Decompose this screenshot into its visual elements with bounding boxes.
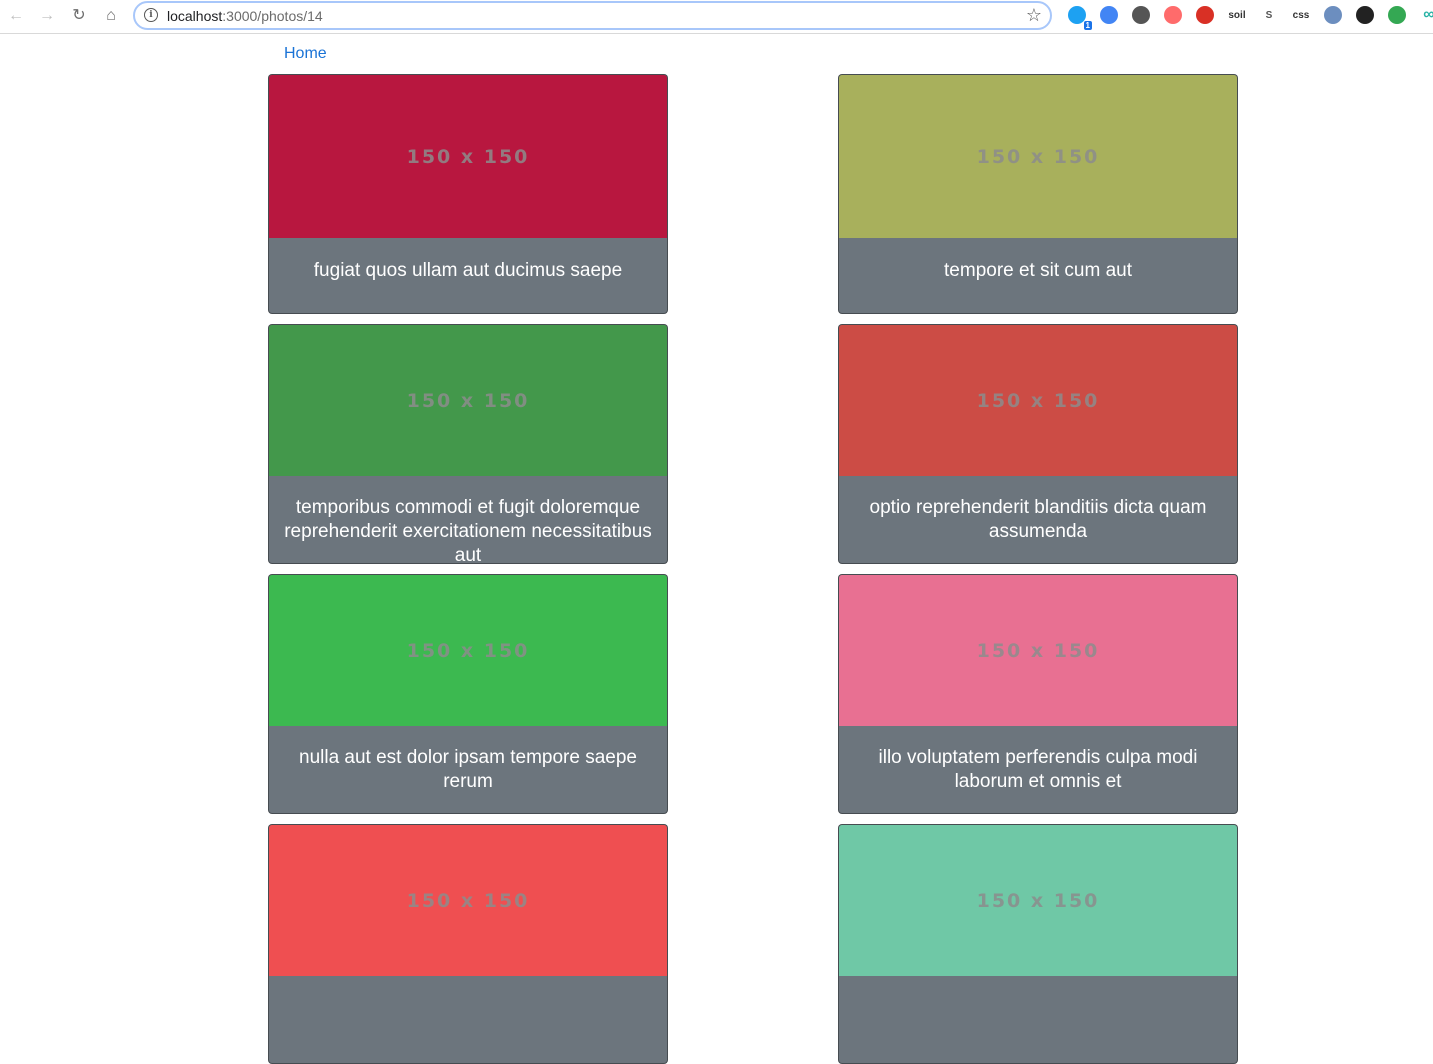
home-icon[interactable]: ⌂ — [99, 4, 123, 28]
photo-thumbnail: 150 x 150 — [839, 75, 1237, 238]
thumbnail-size-text: 150 x 150 — [406, 145, 530, 168]
site-info-icon[interactable]: i — [144, 8, 158, 22]
photo-card[interactable]: 150 x 150 temporibus commodi et fugit dol… — [268, 324, 668, 564]
twitter-bird-icon[interactable]: 1 — [1068, 6, 1092, 30]
photo-title: optio reprehenderit blanditiis dicta qua… — [869, 497, 1207, 542]
shield-check-icon[interactable] — [1388, 6, 1406, 24]
thumbnail-size-text: 150 x 150 — [976, 389, 1100, 412]
thumbnail-size-text: 150 x 150 — [976, 889, 1100, 912]
thumbnail-size-text: 150 x 150 — [976, 639, 1100, 662]
photo-card[interactable]: 150 x 150 optio reprehenderit blanditiis … — [838, 324, 1238, 564]
photo-thumbnail: 150 x 150 — [269, 325, 667, 476]
thumbnail-size-text: 150 x 150 — [976, 145, 1100, 168]
bookmark-star-icon[interactable]: ☆ — [1026, 5, 1042, 26]
soil-icon[interactable]: soil — [1228, 6, 1246, 24]
thumbnail-size-text: 150 x 150 — [406, 889, 530, 912]
circle-slash-icon[interactable] — [1324, 6, 1342, 24]
photo-card[interactable]: 150 x 150 illo voluptatem perferendis cul… — [838, 574, 1238, 814]
photo-card[interactable]: 150 x 150 nulla aut est dolor ipsam tempo… — [268, 574, 668, 814]
photo-thumbnail: 150 x 150 — [839, 325, 1237, 476]
back-arrow-icon[interactable]: ← — [4, 4, 28, 28]
chat-bubble-icon[interactable] — [1132, 6, 1150, 24]
forward-arrow-icon[interactable]: → — [35, 4, 59, 28]
photo-title: tempore et sit cum aut — [944, 260, 1132, 281]
photo-title: illo voluptatem perferendis culpa modi l… — [878, 747, 1198, 792]
reload-icon[interactable]: ↻ — [67, 4, 91, 28]
css-icon[interactable]: css — [1292, 6, 1310, 24]
photo-thumbnail: 150 x 150 — [269, 75, 667, 238]
refresh-dark-icon[interactable] — [1356, 6, 1374, 24]
red-tool-icon[interactable] — [1196, 6, 1214, 24]
url-host: localhost — [167, 8, 223, 24]
photo-card[interactable]: 150 x 150 tempore et sit cum aut — [838, 74, 1238, 314]
extension-badge: 1 — [1083, 21, 1092, 30]
google-translate-icon[interactable] — [1100, 6, 1118, 24]
url-text: localhost:3000/photos/14 — [167, 8, 323, 24]
url-path: :3000/photos/14 — [222, 8, 323, 24]
thumbnail-size-text: 150 x 150 — [406, 389, 530, 412]
photo-thumbnail: 150 x 150 — [269, 575, 667, 726]
photo-card[interactable]: 150 x 150 — [268, 824, 668, 1064]
infinity-icon[interactable]: ∞ — [1420, 6, 1433, 24]
photo-card[interactable]: 150 x 150 — [838, 824, 1238, 1064]
home-link[interactable]: Home — [284, 45, 327, 63]
photo-thumbnail: 150 x 150 — [269, 825, 667, 976]
photo-title: temporibus commodi et fugit doloremque r… — [284, 497, 652, 564]
photo-title — [269, 976, 667, 1063]
address-bar[interactable]: i localhost:3000/photos/14 ☆ — [133, 1, 1052, 30]
photo-title — [839, 976, 1237, 1063]
thumbnail-size-text: 150 x 150 — [406, 639, 530, 662]
s-letter-icon[interactable]: S — [1260, 6, 1278, 24]
photo-title: fugiat quos ullam aut ducimus saepe — [313, 260, 623, 281]
record-icon[interactable] — [1164, 6, 1182, 24]
photo-thumbnail: 150 x 150 — [839, 825, 1237, 976]
photo-card[interactable]: 150 x 150 fugiat quos ullam aut ducimus s… — [268, 74, 668, 314]
photo-title: nulla aut est dolor ipsam tempore saepe … — [299, 747, 637, 792]
browser-toolbar: ← → ↻ ⌂ i localhost:3000/photos/14 ☆ 1 so… — [0, 0, 1433, 34]
photo-thumbnail: 150 x 150 — [839, 575, 1237, 726]
